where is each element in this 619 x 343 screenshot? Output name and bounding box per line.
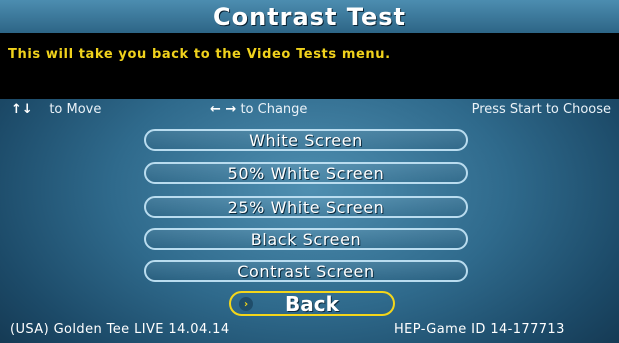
move-hint-text: to Move: [49, 102, 102, 117]
info-message: This will take you back to the Video Tes…: [8, 47, 391, 62]
chevron-right-icon: ›: [239, 297, 253, 311]
left-right-arrows-icon: ← →: [210, 102, 237, 117]
info-box: This will take you back to the Video Tes…: [0, 33, 619, 99]
menu-item-black-screen[interactable]: Black Screen: [144, 228, 468, 250]
menu-item-25-white-screen[interactable]: 25% White Screen: [144, 196, 468, 218]
menu-item-label: Black Screen: [250, 229, 362, 249]
footer: (USA) Golden Tee LIVE 14.04.14 HEP-Game …: [0, 320, 619, 340]
menu-item-label: Contrast Screen: [237, 261, 375, 281]
menu-item-label: 25% White Screen: [227, 197, 385, 217]
title-bar: Contrast Test: [0, 0, 619, 33]
page-title: Contrast Test: [212, 2, 407, 31]
menu-item-contrast-screen[interactable]: Contrast Screen: [144, 260, 468, 282]
change-hint: ← → to Change: [210, 102, 307, 117]
back-button[interactable]: › Back: [229, 291, 395, 316]
menu-item-label: White Screen: [249, 130, 363, 150]
move-hint: ↑↓ to Move: [11, 102, 101, 117]
help-bar: ↑↓ to Move ← → to Change Press Start to …: [0, 99, 619, 121]
version-text: (USA) Golden Tee LIVE 14.04.14: [10, 322, 230, 337]
back-label: Back: [285, 291, 339, 316]
choose-hint: Press Start to Choose: [472, 102, 611, 117]
up-down-arrows-icon: ↑↓: [11, 102, 33, 117]
menu-item-50-white-screen[interactable]: 50% White Screen: [144, 162, 468, 184]
game-id-text: HEP-Game ID 14-177713: [394, 322, 565, 337]
menu-item-label: 50% White Screen: [227, 163, 385, 183]
choose-hint-text: Press Start to Choose: [471, 102, 611, 117]
menu-item-white-screen[interactable]: White Screen: [144, 129, 468, 151]
change-hint-text: to Change: [240, 102, 308, 117]
